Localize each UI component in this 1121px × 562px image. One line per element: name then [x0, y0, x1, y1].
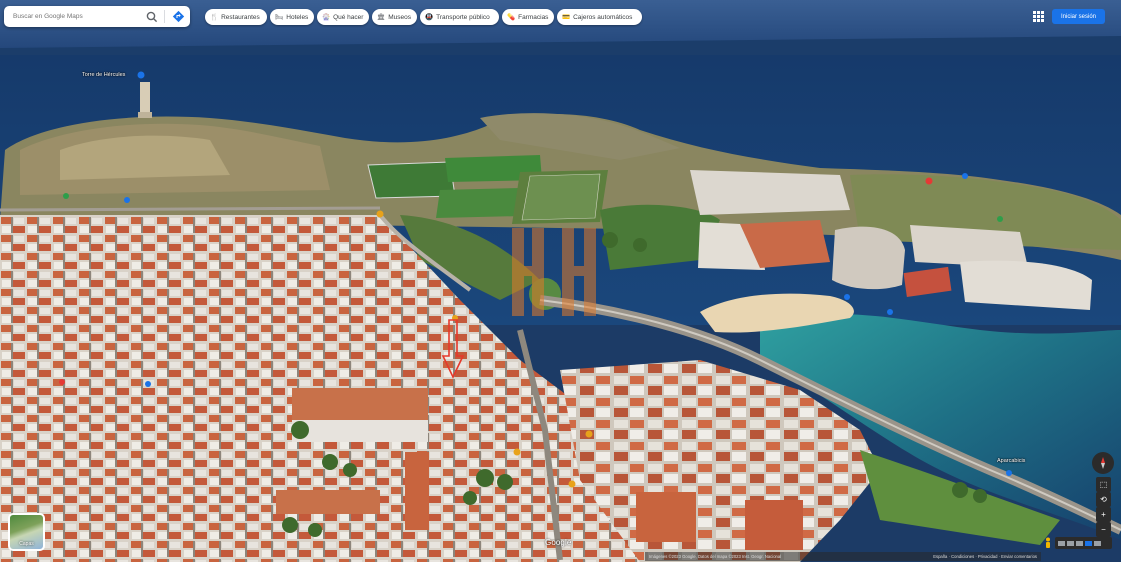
google-apps-icon[interactable] [1033, 11, 1044, 22]
directions-icon[interactable] [171, 9, 186, 24]
chip-cajeros-automaticos[interactable]: 💳 Cajeros automáticos [557, 9, 642, 25]
chip-restaurantes[interactable]: 🍴 Restaurantes [205, 9, 267, 25]
landmark-label[interactable]: Torre de Hércules [82, 72, 125, 78]
pegman-icon[interactable] [1044, 537, 1052, 550]
rotate-icon[interactable]: ⟲ [1096, 492, 1111, 507]
compass-icon[interactable] [1092, 452, 1114, 474]
chip-transporte-publico[interactable]: 🚇 Transporte público [420, 9, 499, 25]
zoom-out-button[interactable]: − [1096, 522, 1111, 537]
pharmacy-icon: 💊 [507, 14, 516, 21]
search-icon[interactable] [145, 10, 159, 24]
layers-button[interactable]: Capas [8, 513, 45, 551]
attribution-text: Imágenes ©2023 Google, Datos del mapa ©2… [649, 554, 782, 559]
search-divider [164, 10, 165, 23]
tilt-icon[interactable]: ⬚ [1096, 477, 1111, 492]
restaurant-icon: 🍴 [210, 14, 219, 21]
chip-label: Transporte público [436, 13, 490, 21]
poi-label[interactable]: Aparcabicis [997, 458, 1025, 464]
layers-label: Capas [19, 541, 34, 547]
search-box[interactable] [4, 6, 190, 27]
map-canvas[interactable] [0, 0, 1121, 562]
transit-icon: 🚇 [425, 14, 434, 21]
attraction-icon: 🎡 [322, 14, 331, 21]
scale-control[interactable] [1055, 537, 1112, 549]
chip-label: Qué hacer [333, 13, 364, 21]
google-logo: Google [545, 538, 572, 547]
zoom-in-button[interactable]: + [1096, 507, 1111, 522]
museum-icon: 🏛 [377, 14, 386, 21]
chip-label: Restaurantes [221, 13, 260, 21]
atm-icon: 💳 [562, 14, 571, 21]
footer-links[interactable]: España · Condiciones · Privacidad · Envi… [933, 554, 1037, 559]
chip-que-hacer[interactable]: 🎡 Qué hacer [317, 9, 369, 25]
attribution-bar: Imágenes ©2023 Google, Datos del mapa ©2… [645, 552, 1041, 561]
chip-label: Museos [388, 13, 412, 21]
chip-label: Hoteles [286, 13, 309, 21]
compass-needle-icon [1101, 457, 1105, 469]
chip-label: Farmacias [518, 13, 549, 21]
chip-museos[interactable]: 🏛 Museos [372, 9, 417, 25]
top-bar: 🍴 Restaurantes 🛏 Hoteles 🎡 Qué hacer 🏛 M… [0, 0, 1121, 34]
search-input[interactable] [13, 13, 143, 20]
hotel-icon: 🛏 [275, 14, 284, 21]
signin-button[interactable]: Iniciar sesión [1052, 9, 1105, 24]
chip-farmacias[interactable]: 💊 Farmacias [502, 9, 554, 25]
chip-label: Cajeros automáticos [573, 13, 633, 21]
chip-hoteles[interactable]: 🛏 Hoteles [270, 9, 314, 25]
